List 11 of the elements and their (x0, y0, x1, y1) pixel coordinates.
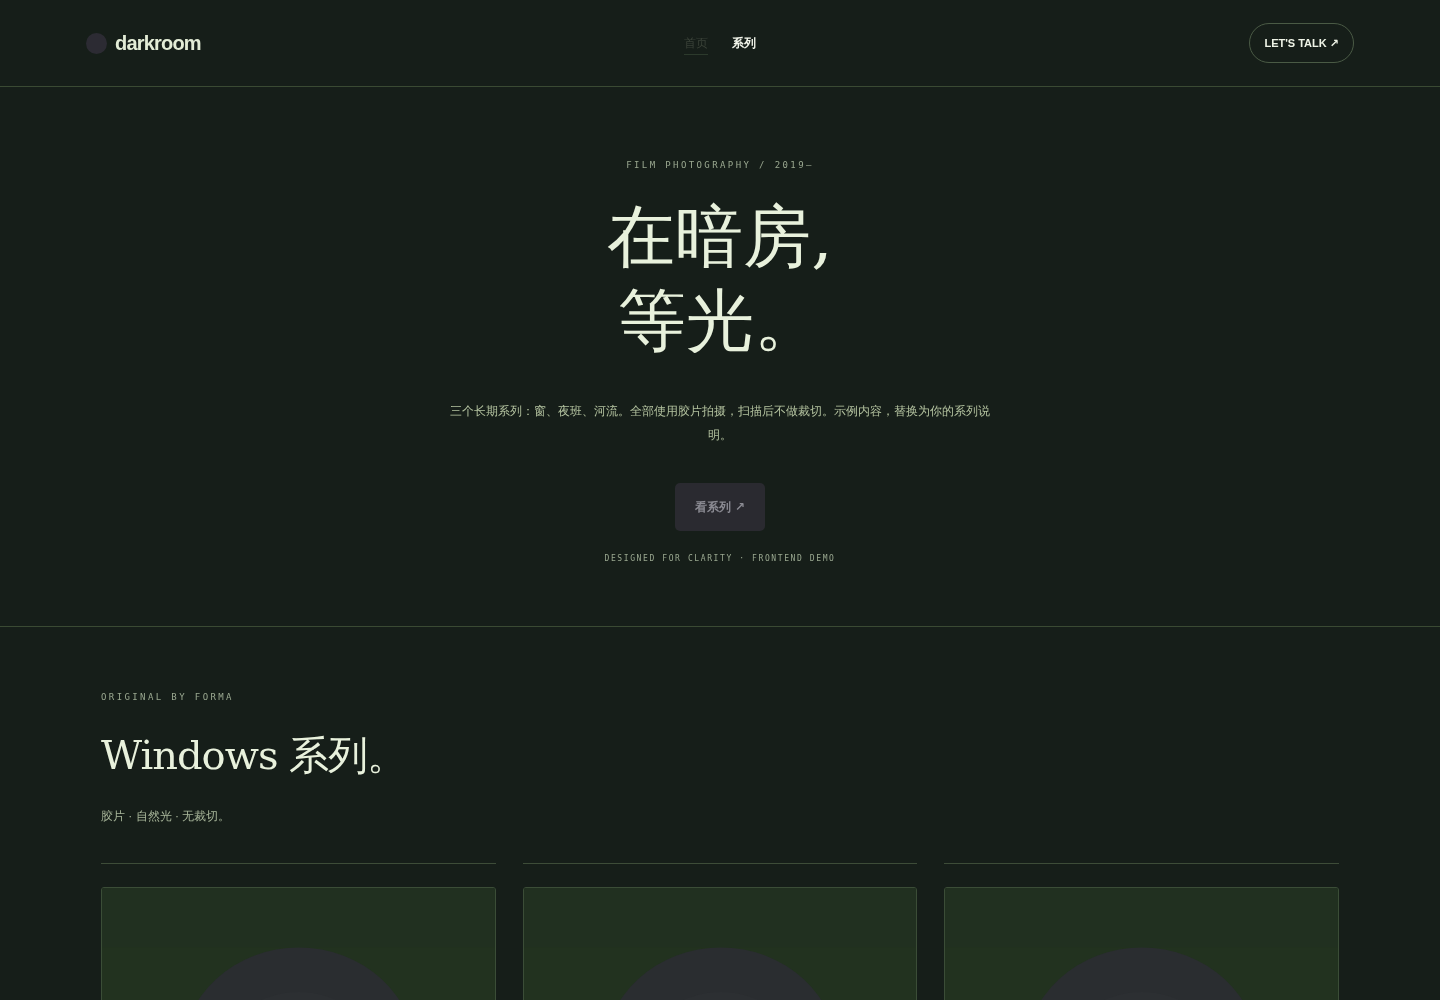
hero-description: 三个长期系列：窗、夜班、河流。全部使用胶片拍摄，扫描后不做裁切。示例内容，替换为你的系列说明。 (449, 402, 991, 444)
nav-link[interactable]: 系列 (732, 31, 756, 55)
series-button[interactable]: 看系列 ↗ (675, 482, 765, 531)
eyebrow-text: FILM PHOTOGRAPHY / 2019— (625, 159, 815, 172)
logo-icon (86, 32, 107, 54)
hero-title: 在暗房, 等光。 (606, 195, 834, 362)
section-subtitle: 胶片 · 自然光 · 无裁切。 (101, 808, 231, 823)
brand-name[interactable]: darkroom (115, 28, 201, 58)
footnote-text: DESIGNED FOR CLARITY · FRONTEND DEMO (604, 553, 836, 563)
section-title: Windows 系列。 (101, 731, 407, 778)
eyebrow-text: ORIGINAL BY FORMA (101, 692, 234, 702)
